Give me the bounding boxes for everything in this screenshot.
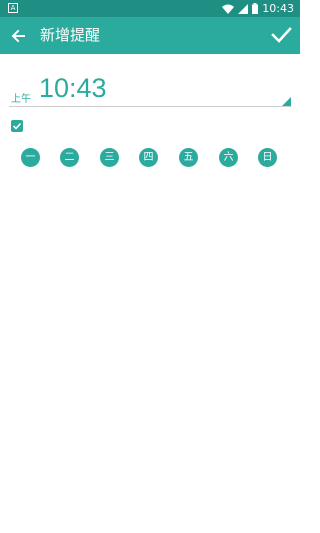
page-title: 新增提醒 — [40, 26, 101, 44]
status-bar-right: 10:43 — [222, 0, 294, 17]
day-toggle-wed[interactable]: 三 — [100, 148, 119, 167]
status-bar: A 10:43 — [0, 0, 300, 17]
arrow-left-icon[interactable] — [9, 26, 29, 46]
day-toggle-thu[interactable]: 四 — [139, 148, 158, 167]
status-time: 10:43 — [262, 2, 294, 15]
dropdown-corner-icon — [282, 97, 291, 106]
ampm-label: 上午 — [11, 94, 31, 105]
day-toggle-fri[interactable]: 五 — [179, 148, 198, 167]
day-toggle-mon[interactable]: 一 — [21, 148, 40, 167]
checkmark-icon[interactable] — [270, 24, 292, 46]
repeat-checkbox[interactable] — [11, 120, 23, 132]
wifi-icon — [222, 4, 235, 14]
time-value: 10:43 — [39, 73, 107, 103]
battery-icon — [252, 3, 259, 14]
day-toggle-sat[interactable]: 六 — [219, 148, 238, 167]
notification-icon: A — [8, 3, 18, 13]
weekday-selector: 一 二 三 四 五 六 日 — [0, 148, 300, 168]
app-bar: 新增提醒 — [0, 17, 300, 54]
day-toggle-tue[interactable]: 二 — [60, 148, 79, 167]
time-underline — [9, 106, 291, 107]
day-toggle-sun[interactable]: 日 — [258, 148, 277, 167]
check-icon — [12, 122, 22, 130]
time-picker-field[interactable]: 上午 10:43 — [9, 70, 291, 108]
signal-icon — [238, 3, 249, 14]
